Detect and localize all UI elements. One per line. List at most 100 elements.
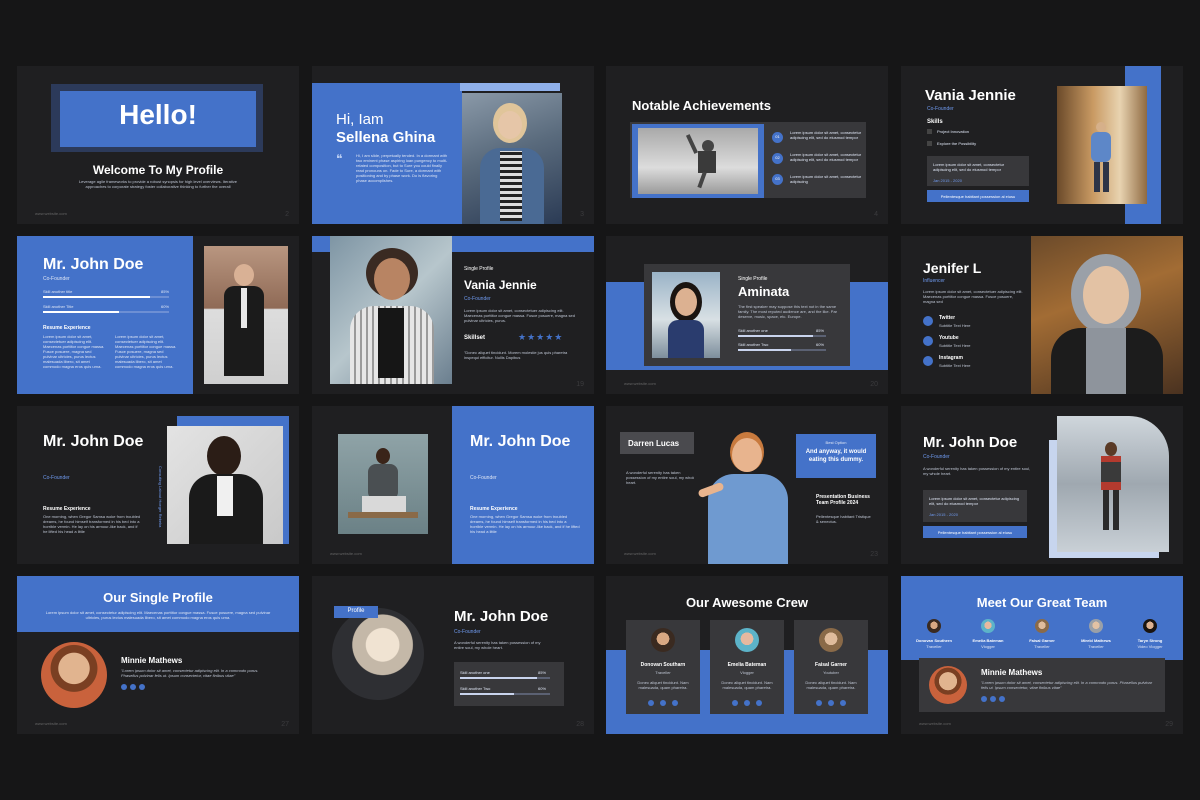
profile-role: Co-Founder	[923, 454, 950, 460]
slide-john-blue[interactable]: Mr. John Doe Co-Founder Resume Experienc…	[312, 406, 594, 564]
social-name: Youtube	[939, 335, 959, 341]
social-name: Twitter	[939, 315, 956, 321]
slide-john-arch[interactable]: Mr. John Doe Co-Founder A wonderful sere…	[901, 406, 1183, 564]
slide-john-resume[interactable]: Consulting Labout Hoeger Rebeka Mr. John…	[17, 406, 299, 564]
avatar	[1143, 619, 1157, 633]
vertical-caption: Consulting Labout Hoeger Rebeka	[158, 466, 163, 528]
page-number: 2	[285, 211, 289, 218]
team-name: Faisal Garner	[1029, 638, 1055, 643]
member-name: Donovan Southarn	[640, 662, 686, 668]
profile-role: Co-Founder	[454, 629, 481, 635]
team-role: Video Vlogger	[1137, 644, 1163, 649]
instagram-icon[interactable]	[139, 684, 145, 690]
skill-bar-fill	[460, 693, 514, 695]
slide-single-profile[interactable]: Our Single Profile Lorem ipsum dolor sit…	[17, 576, 299, 734]
avatar	[819, 628, 843, 652]
achievement-text: Lorem ipsum dolor sit amet, consectetur …	[790, 174, 862, 184]
profile-role: Co-Founder	[43, 475, 70, 481]
resume-heading: Resume Experience	[43, 325, 91, 331]
profile-name: Mr. John Doe	[43, 256, 144, 273]
page-number: 19	[576, 381, 584, 388]
skill-label: Skill another one	[460, 670, 490, 675]
greeting: Hi, Iam	[336, 111, 384, 128]
footer-url: www.website.com	[624, 381, 656, 386]
instagram-icon[interactable]	[999, 696, 1005, 702]
skill-bar-fill	[738, 349, 791, 351]
footer-url: www.website.com	[35, 211, 67, 216]
bio-text: The first speaker may suppose this text …	[738, 304, 838, 319]
instagram-icon[interactable]	[840, 700, 846, 706]
facebook-icon[interactable]	[732, 700, 738, 706]
twitter-icon[interactable]	[660, 700, 666, 706]
resume-text: One morning, when Gregor Samsa woke from…	[43, 514, 141, 534]
slide-hello[interactable]: Hello! Welcome To My Profile Leverage ag…	[17, 66, 299, 224]
footer-url: www.website.com	[624, 551, 656, 556]
twitter-icon[interactable]	[990, 696, 996, 702]
page-number: 27	[281, 721, 289, 728]
quote-text: Lorem ipsum dolor sit amet, consectetur …	[933, 162, 1005, 172]
badge-label: Best Option	[825, 440, 847, 445]
team-role: Traveller	[926, 644, 942, 649]
slide-crew[interactable]: Our Awesome Crew Donovan Southarn Travel…	[606, 576, 888, 734]
profile-name: Mr. John Doe	[43, 433, 144, 450]
slide-profile-circle[interactable]: Profile Mr. John Doe Co-Founder A wonder…	[312, 576, 594, 734]
checkbox-icon	[927, 141, 932, 146]
slide-achievements[interactable]: Notable Achievements 01 Lorem ipsum dolo…	[606, 66, 888, 224]
quote-text: "Lorem ipsum dolor sit amet, consectetur…	[981, 680, 1153, 690]
instagram-icon[interactable]	[923, 356, 933, 366]
page-number: 29	[1165, 721, 1173, 728]
info-panel	[452, 252, 594, 394]
team-name: Taryn Strong	[1137, 638, 1163, 643]
twitter-icon[interactable]	[130, 684, 136, 690]
bio-text: Lorem ipsum dolor sit amet, consectetuer…	[464, 308, 575, 323]
skills-label: Skills	[927, 119, 943, 125]
skillset-label: Skillset	[464, 335, 486, 341]
profile-tag-label: Profile	[347, 608, 365, 614]
facebook-icon[interactable]	[816, 700, 822, 706]
team-role: Vlogger	[981, 644, 995, 649]
portrait-photo	[330, 236, 452, 384]
slide-darren[interactable]: Darren Lucas A wonderful serenity has ta…	[606, 406, 888, 564]
skill-value: 85%	[161, 289, 170, 294]
slide-vania-skills[interactable]: Vania Jennie Co-Founder Skills Project I…	[901, 66, 1183, 224]
social-handle: Subtitle Text Here	[939, 323, 971, 328]
portrait-photo	[652, 272, 720, 358]
item-number: 02	[775, 155, 780, 160]
twitter-icon[interactable]	[828, 700, 834, 706]
resume-heading: Resume Experience	[470, 506, 518, 512]
slide-sellena[interactable]: Hi, Iam Sellena Ghina ❝ Hi, I am slide, …	[312, 66, 594, 224]
avatar	[735, 628, 759, 652]
skill-value: 60%	[816, 342, 825, 347]
slide-team[interactable]: Meet Our Great Team Donovan Southern Tra…	[901, 576, 1183, 734]
quote-text: "Donec aliquet tincidunt. Morem molestie…	[464, 350, 568, 360]
slide-vania-single[interactable]: Single Profile Vania Jennie Co-Founder L…	[312, 236, 594, 394]
badge-text: And anyway, it would eating this dummy.	[805, 449, 867, 463]
skill-bar-fill	[43, 311, 119, 313]
portrait-photo	[1057, 416, 1169, 552]
instagram-icon[interactable]	[672, 700, 678, 706]
twitter-icon[interactable]	[744, 700, 750, 706]
twitter-icon[interactable]	[923, 316, 933, 326]
facebook-icon[interactable]	[648, 700, 654, 706]
page-number: 4	[874, 211, 878, 218]
skill-item: Project Innovation	[937, 129, 970, 134]
youtube-icon[interactable]	[923, 336, 933, 346]
skill-bar-fill	[43, 296, 151, 298]
instagram-icon[interactable]	[756, 700, 762, 706]
item-number: 01	[775, 134, 780, 139]
facebook-icon[interactable]	[121, 684, 127, 690]
slide-john-skills[interactable]: Mr. John Doe Co-Founder Skill another ti…	[17, 236, 299, 394]
skill-label: Skill another one	[738, 328, 768, 333]
profile-name: Mr. John Doe	[454, 608, 549, 625]
skill-label: Skill another Title	[43, 304, 74, 309]
slide-aminata[interactable]: Single Profile Aminata The first speaker…	[606, 236, 888, 394]
member-desc: Donec aliquet tincidunt. Nam malesuada, …	[721, 680, 773, 690]
resume-column: Lorem ipsum dolor sit amet, consectetuer…	[43, 334, 105, 369]
facebook-icon[interactable]	[981, 696, 987, 702]
avatar	[929, 666, 967, 704]
social-name: Instagram	[939, 355, 963, 361]
achievement-text: Lorem ipsum dolor sit amet, consectetur …	[790, 152, 862, 162]
checkbox-icon	[927, 129, 932, 134]
slide-jenifer[interactable]: Jenifer L Influencer Lorem ipsum dolor s…	[901, 236, 1183, 394]
profile-name: Minnie Mathews	[121, 656, 183, 665]
